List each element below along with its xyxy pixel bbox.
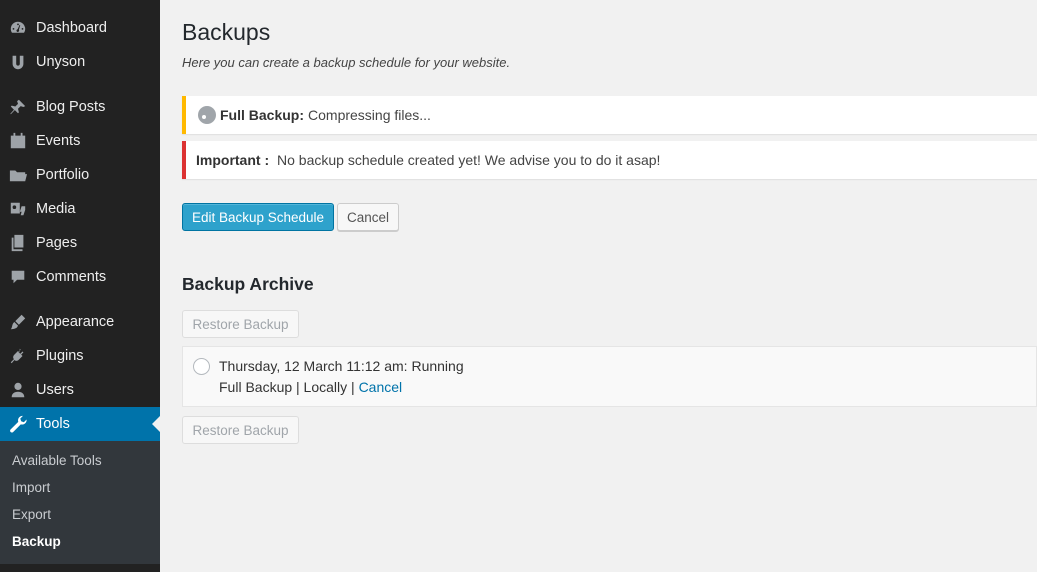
media-icon [0,192,36,226]
sidebar-item-events[interactable]: Events [0,124,160,158]
wrench-icon [0,407,36,441]
notice-important-title: Important : [196,152,270,168]
backup-archive-entry: Thursday, 12 March 11:12 am: Running Ful… [182,346,1037,407]
backup-entry-status: Thursday, 12 March 11:12 am: Running [219,358,464,374]
comment-icon [0,260,36,294]
sidebar-item-label: Comments [36,269,107,285]
admin-sidebar: Dashboard Unyson Blog Posts Events Portf… [0,0,160,572]
brush-icon [0,305,36,339]
backup-progress-notice: Full Backup: Compressing files... [182,96,1037,134]
submenu-item-export[interactable]: Export [12,507,51,522]
sidebar-item-label: Tools [36,416,70,432]
cancel-button[interactable]: Cancel [337,203,399,231]
notice-progress-title: Full Backup: [220,107,305,123]
sidebar-item-plugins[interactable]: Plugins [0,339,160,373]
edit-backup-schedule-button[interactable]: Edit Backup Schedule [182,203,334,231]
notice-progress-text: Compressing files... [308,107,431,123]
page-subtitle: Here you can create a backup schedule fo… [182,55,511,70]
sidebar-item-label: Media [36,201,76,217]
sidebar-item-label: Users [36,382,74,398]
pages-icon [0,226,36,260]
sidebar-item-label: Unyson [36,54,86,70]
sidebar-item-label: Plugins [36,348,84,364]
important-notice: Important : No backup schedule created y… [182,141,1037,179]
sidebar-item-label: Appearance [36,314,115,330]
sidebar-item-blog-posts[interactable]: Blog Posts [0,90,160,124]
submenu-item-backup[interactable]: Backup [12,534,61,549]
sidebar-item-label: Blog Posts [36,99,106,115]
sidebar-item-label: Pages [36,235,78,251]
sidebar-item-comments[interactable]: Comments [0,260,160,294]
user-icon [0,373,36,407]
sidebar-item-users[interactable]: Users [0,373,160,407]
page-title: Backups [182,19,271,45]
submenu-item-import[interactable]: Import [12,480,50,495]
sidebar-item-label: Portfolio [36,167,90,183]
sidebar-item-media[interactable]: Media [0,192,160,226]
folder-icon [0,158,36,192]
sidebar-item-label: Dashboard [36,20,107,36]
sidebar-item-portfolio[interactable]: Portfolio [0,158,160,192]
restore-backup-button[interactable]: Restore Backup [182,310,299,338]
plug-icon [0,339,36,373]
dashboard-icon [0,11,36,45]
sidebar-item-appearance[interactable]: Appearance [0,305,160,339]
unyson-icon [0,45,36,79]
sidebar-item-unyson[interactable]: Unyson [0,45,160,79]
backup-select-radio[interactable] [193,358,210,375]
loading-spinner-icon [198,106,216,124]
backup-archive-heading: Backup Archive [182,274,314,294]
sidebar-item-dashboard[interactable]: Dashboard [0,11,160,45]
backup-entry-type: Full Backup | Locally | [219,379,355,395]
sidebar-item-tools[interactable]: Tools [0,407,160,441]
calendar-icon [0,124,36,158]
submenu-item-available-tools[interactable]: Available Tools [12,453,102,468]
cancel-backup-link[interactable]: Cancel [359,379,403,395]
notice-important-text: No backup schedule created yet! We advis… [277,152,661,168]
restore-backup-button[interactable]: Restore Backup [182,416,299,444]
sidebar-item-pages[interactable]: Pages [0,226,160,260]
sidebar-item-label: Events [36,133,81,149]
tools-submenu: Available Tools Import Export Backup [0,441,160,564]
pin-icon [0,90,36,124]
backup-entry-details: Full Backup | Locally | Cancel [219,379,402,395]
